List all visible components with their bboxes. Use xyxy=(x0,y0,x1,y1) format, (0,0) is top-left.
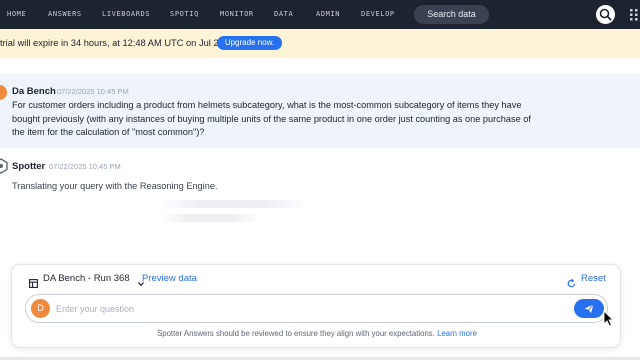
user-avatar: D xyxy=(31,299,50,318)
disclaimer: Spotter Answers should be reviewed to en… xyxy=(12,329,622,338)
datasource-selector[interactable]: DA Bench - Run 368 xyxy=(43,273,130,284)
learn-more-link[interactable]: Learn more xyxy=(437,329,477,338)
spotter-avatar-icon xyxy=(0,158,8,174)
nav-monitor[interactable]: MONITOR xyxy=(220,0,254,29)
nav-data[interactable]: DATA xyxy=(274,0,293,29)
nav-spotiq[interactable]: SPOTIQ xyxy=(170,0,199,29)
search-icon[interactable] xyxy=(596,5,615,24)
question-input[interactable] xyxy=(56,301,556,317)
nav-liveboards[interactable]: LIVEBOARDS xyxy=(102,0,150,29)
preview-data-link[interactable]: Preview data xyxy=(142,273,197,284)
user-timestamp: 07/22/2025 10:45 PM xyxy=(57,87,129,96)
disclaimer-text: Spotter Answers should be reviewed to en… xyxy=(157,329,435,338)
mouse-pointer-icon xyxy=(603,309,615,327)
loading-skeleton-line xyxy=(160,214,260,222)
bot-timestamp: 07/22/2025 10:45 PM xyxy=(49,162,121,171)
top-nav: HOME ANSWERS LIVEBOARDS SPOTIQ MONITOR D… xyxy=(0,0,640,29)
search-data-button[interactable]: Search data xyxy=(414,5,489,24)
reset-icon[interactable] xyxy=(567,275,576,288)
upgrade-button[interactable]: Upgrade now. xyxy=(217,36,282,50)
nav-admin[interactable]: ADMIN xyxy=(316,0,340,29)
nav-answers[interactable]: ANSWERS xyxy=(48,0,82,29)
trial-message: trial will expire in 34 hours, at 12:48 … xyxy=(0,38,227,48)
send-button[interactable] xyxy=(574,299,604,318)
table-icon xyxy=(29,275,38,288)
loading-skeleton-line xyxy=(158,200,308,208)
nav-home[interactable]: HOME xyxy=(7,0,26,29)
bot-name: Spotter xyxy=(12,161,46,172)
trial-banner: trial will expire in 34 hours, at 12:48 … xyxy=(0,29,640,58)
apps-grid-icon[interactable] xyxy=(627,6,640,23)
question-composer: DA Bench - Run 368 Preview data Reset D … xyxy=(11,264,621,348)
user-question-text: For customer orders including a product … xyxy=(12,100,531,138)
user-name: Da Bench xyxy=(12,86,56,97)
reset-button[interactable]: Reset xyxy=(581,273,606,284)
send-icon xyxy=(584,304,594,313)
question-input-box[interactable]: D xyxy=(25,294,608,323)
nav-develop[interactable]: DEVELOP xyxy=(361,0,395,29)
reasoning-status-text: Translating your query with the Reasonin… xyxy=(12,181,218,191)
